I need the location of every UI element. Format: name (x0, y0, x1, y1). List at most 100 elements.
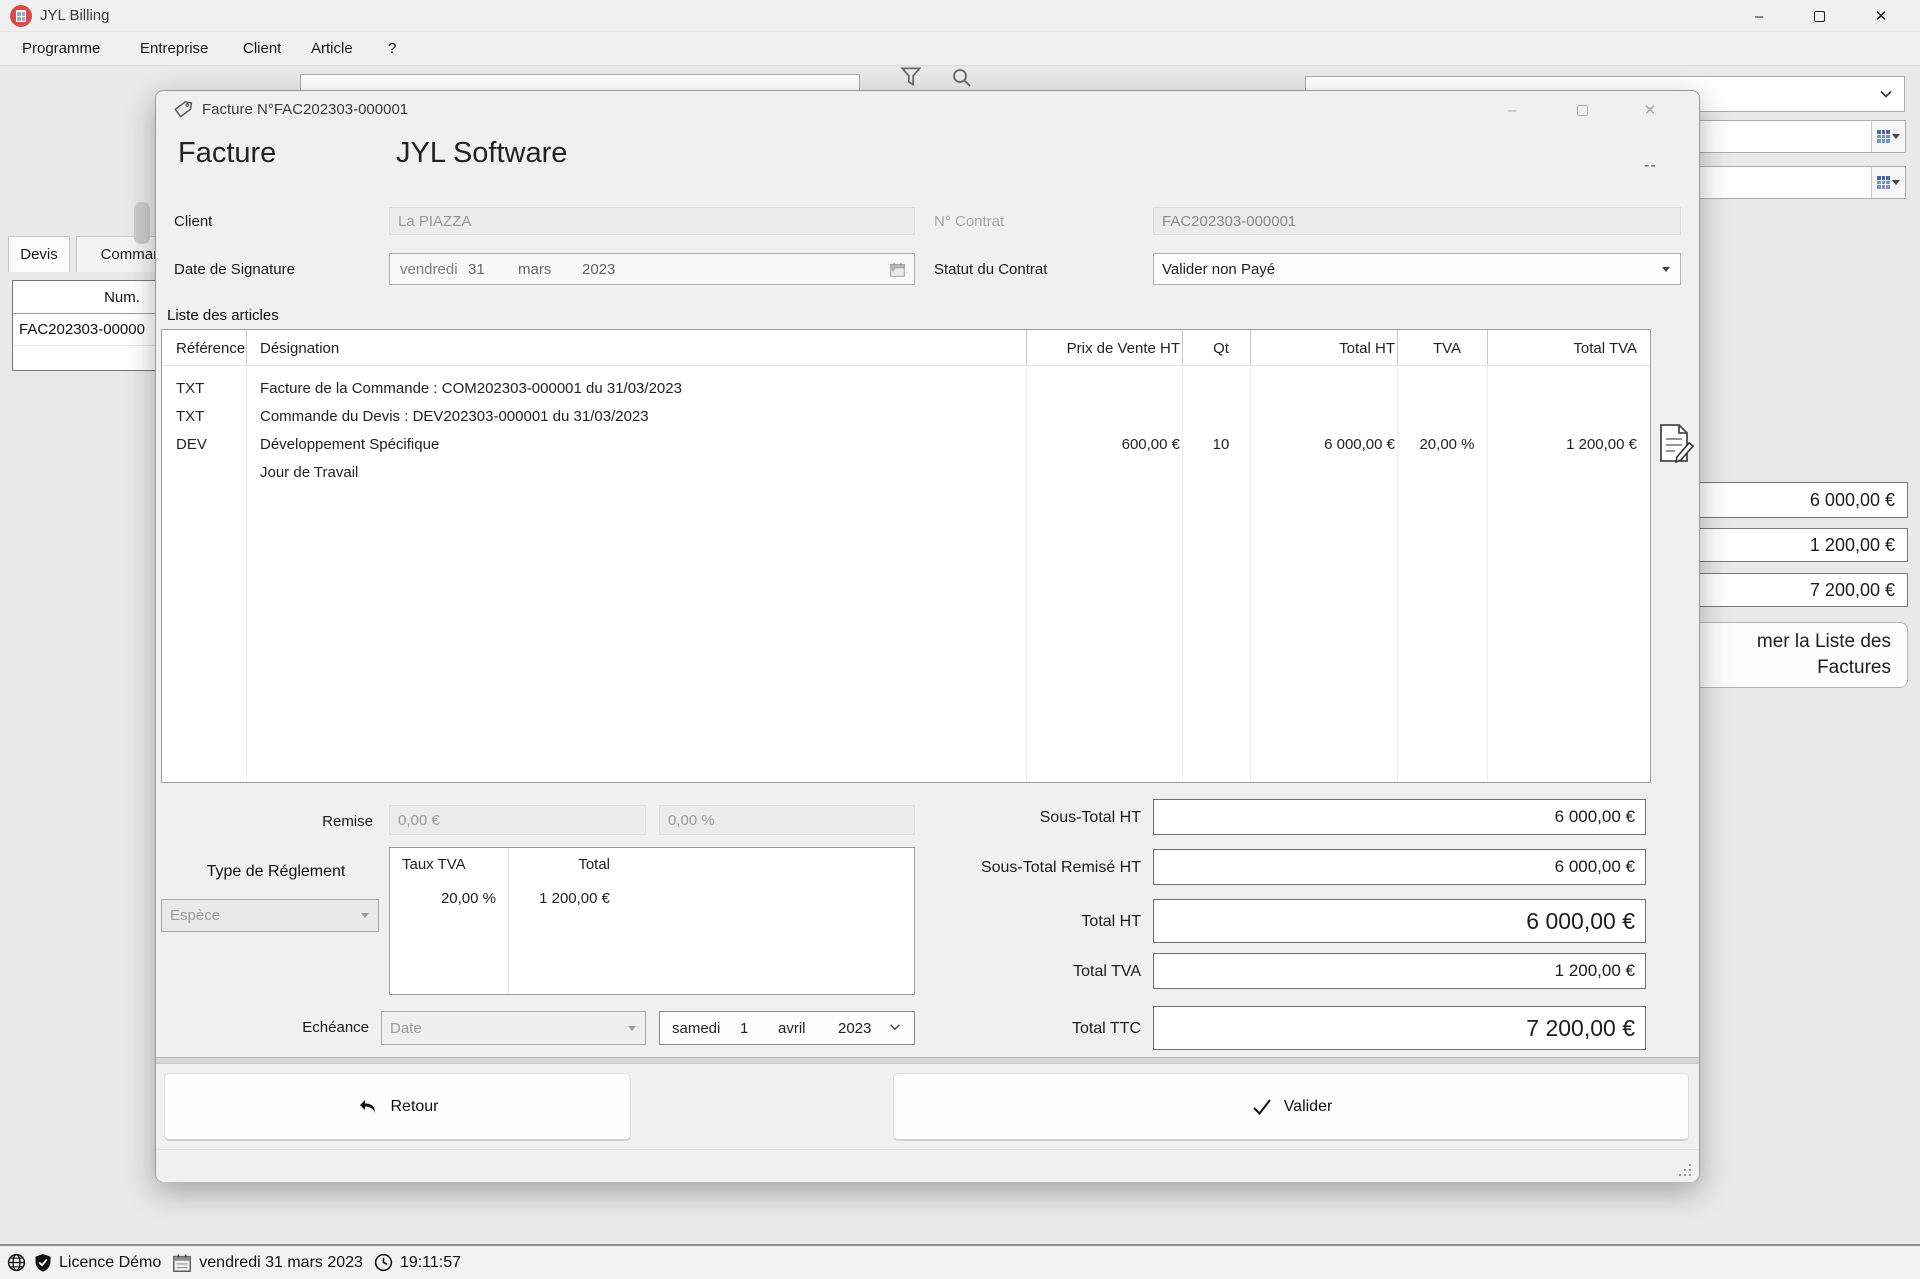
dialog-heading: Facture (178, 137, 277, 169)
signature-date-picker[interactable]: vendredi 31 mars 2023 (389, 253, 915, 285)
remise-amount-field[interactable]: 0,00 € (389, 805, 646, 835)
col-designation[interactable]: Désignation (260, 330, 1030, 366)
dropdown-arrow-icon (361, 913, 369, 918)
payment-type-label: Type de Réglement (206, 863, 346, 880)
col-reference[interactable]: Référence (176, 330, 246, 366)
main-titlebar: JYL Billing – ✕ (0, 0, 1920, 32)
sous-total-remise-ht-value: 6 000,00 € (1153, 849, 1646, 885)
signature-date-label: Date de Signature (174, 261, 295, 278)
dropdown-arrow-icon (1662, 267, 1670, 272)
date-day: 31 (468, 260, 485, 278)
contract-number-field[interactable]: FAC202303-000001 (1153, 207, 1681, 235)
window-minimize-button[interactable]: – (1730, 0, 1788, 32)
date-month: avril (778, 1019, 806, 1037)
col-prix-vente[interactable]: Prix de Vente HT (1032, 330, 1180, 366)
dialog-close-button[interactable]: ✕ (1622, 91, 1678, 129)
screen: JYL Billing – ✕ Programme Entreprise Cli… (0, 0, 1920, 1279)
globe-icon (7, 1253, 26, 1272)
date-day: 1 (740, 1019, 749, 1037)
dialog-maximize-button[interactable] (1554, 91, 1610, 129)
total-tva-value: 1 200,00 € (1153, 953, 1646, 989)
articles-table: Référence Désignation Prix de Vente HT Q… (161, 329, 1651, 783)
shield-check-icon (35, 1254, 51, 1272)
check-icon (1252, 1098, 1271, 1115)
dialog-footer (156, 1149, 1699, 1182)
menu-programme[interactable]: Programme (16, 38, 106, 59)
contract-status-label: Statut du Contrat (934, 261, 1048, 278)
date-year: 2023 (838, 1019, 872, 1037)
contract-number-label: N° Contrat (934, 213, 1005, 230)
total-ht-label: Total HT (1081, 913, 1141, 930)
articles-header-row: Référence Désignation Prix de Vente HT Q… (162, 330, 1650, 366)
menubar: Programme Entreprise Client Article ? (0, 32, 1920, 66)
statusbar: Licence Démo vendredi 31 mars 2023 19:11… (0, 1244, 1920, 1279)
status-time: 19:11:57 (399, 1253, 462, 1271)
edit-document-icon[interactable] (1653, 421, 1695, 472)
dialog-titlebar: Facture N°FAC202303-000001 – ✕ (156, 91, 1699, 129)
dashes-label: -- (1644, 157, 1657, 174)
menu-client[interactable]: Client (237, 38, 287, 59)
col-tva-total: Total (578, 856, 610, 873)
dropdown-arrow-icon (889, 267, 897, 272)
echeance-type-dropdown[interactable]: Date (381, 1011, 646, 1045)
chevron-down-icon (888, 1020, 902, 1038)
total-ttc-value: 7 200,00 € (1153, 1006, 1646, 1050)
remise-label: Remise (322, 813, 373, 830)
window-restore-button[interactable] (1790, 0, 1848, 32)
valider-button[interactable]: Valider (893, 1073, 1689, 1141)
date-day-name: samedi (672, 1019, 721, 1037)
col-total-tva[interactable]: Total TVA (1492, 330, 1637, 366)
divider (156, 1057, 1699, 1064)
tva-rate-value: 20,00 % (440, 890, 496, 907)
date-year: 2023 (582, 260, 616, 278)
col-tva[interactable]: TVA (1402, 330, 1492, 366)
article-row[interactable]: TXT Commande du Devis : DEV202303-000001… (162, 402, 1650, 430)
dropdown-arrow-icon (628, 1026, 636, 1031)
article-row[interactable]: DEV Développement Spécifique 600,00 € 10… (162, 430, 1650, 458)
menu-help[interactable]: ? (382, 38, 402, 59)
dialog-minimize-button[interactable]: – (1484, 91, 1540, 129)
date-day-name: vendredi (400, 260, 458, 278)
window-close-button[interactable]: ✕ (1852, 0, 1910, 32)
menu-entreprise[interactable]: Entreprise (134, 38, 214, 59)
contract-status-dropdown[interactable]: Valider non Payé (1153, 253, 1681, 285)
retour-button[interactable]: Retour (164, 1073, 631, 1141)
tva-total-value: 1 200,00 € (539, 890, 610, 907)
total-tva-label: Total TVA (1073, 963, 1141, 980)
calendar-icon (173, 1254, 192, 1272)
scrollbar-thumb[interactable] (134, 202, 150, 244)
col-qt[interactable]: Qt (1187, 330, 1255, 366)
maximize-icon (1576, 104, 1588, 116)
facture-dialog: Facture N°FAC202303-000001 – ✕ Facture J… (155, 90, 1700, 1182)
date-month: mars (518, 260, 552, 278)
resize-grip[interactable] (1679, 1164, 1691, 1176)
total-ht-value: 6 000,00 € (1153, 899, 1646, 943)
article-row[interactable]: Jour de Travail (162, 458, 1650, 486)
undo-icon (360, 1099, 376, 1113)
echeance-label: Echéance (302, 1019, 369, 1036)
sous-total-ht-label: Sous-Total HT (1039, 809, 1141, 826)
sous-total-ht-value: 6 000,00 € (1153, 799, 1646, 835)
echeance-date-picker[interactable]: samedi 1 avril 2023 (659, 1011, 915, 1045)
grid-picker-icon[interactable] (1871, 167, 1905, 198)
chevron-down-icon (1878, 86, 1894, 107)
client-label: Client (174, 213, 213, 230)
dialog-title: Facture N°FAC202303-000001 (202, 101, 409, 118)
clock-icon (374, 1253, 393, 1272)
col-taux-tva: Taux TVA (402, 856, 466, 873)
sous-total-remise-ht-label: Sous-Total Remisé HT (980, 859, 1141, 876)
restore-icon (1813, 10, 1825, 22)
col-total-ht[interactable]: Total HT (1255, 330, 1395, 366)
payment-type-dropdown[interactable]: Espèce (161, 899, 379, 932)
grid-picker-icon[interactable] (1871, 121, 1905, 152)
article-row[interactable]: TXT Facture de la Commande : COM202303-0… (162, 374, 1650, 402)
company-name: JYL Software (396, 137, 568, 169)
client-field[interactable]: La PIAZZA (389, 207, 915, 235)
licence-label: Licence Démo (59, 1253, 162, 1271)
tab-devis[interactable]: Devis (8, 236, 70, 272)
articles-group-title: Liste des articles (167, 307, 279, 324)
status-date: vendredi 31 mars 2023 (199, 1253, 363, 1271)
main-window-title: JYL Billing (40, 7, 110, 24)
menu-article[interactable]: Article (305, 38, 359, 59)
tag-icon (172, 99, 194, 126)
